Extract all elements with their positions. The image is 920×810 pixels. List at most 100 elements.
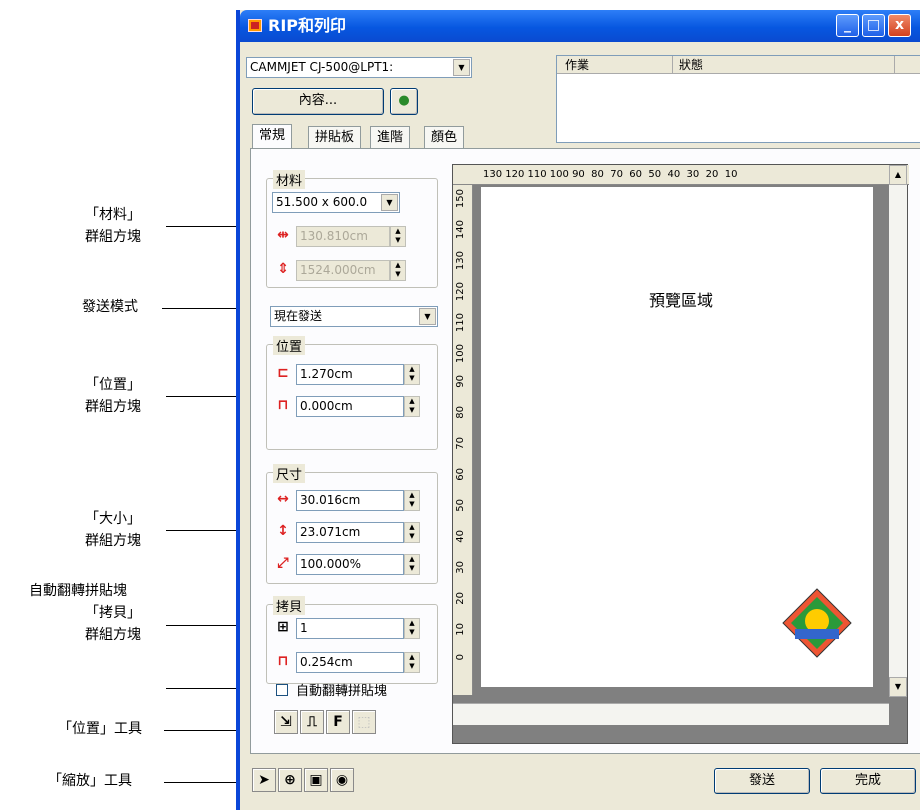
annotation-line [166, 226, 240, 227]
size-label: 尺寸 [273, 464, 306, 483]
ruler-tick-label: 130 [455, 251, 466, 271]
spacing-field[interactable]: 0.254cm [296, 652, 404, 673]
ruler-tick-label: 100 [455, 344, 466, 364]
send-mode-value: 現在發送 [274, 309, 323, 323]
ruler-tick-label: 90 [455, 375, 466, 388]
zoom-in-tool-button[interactable]: ⊕ [278, 768, 302, 792]
ruler-tick-label: 10 [455, 623, 466, 636]
preview-label: 預覽區域 [649, 291, 714, 310]
title-bar[interactable]: RIP和列印 _ □ x [240, 10, 920, 42]
annotation-auto-rotate: 自動翻轉拼貼塊 [29, 583, 127, 599]
y-offset-field[interactable]: 0.000cm [296, 396, 404, 417]
ruler-tick-label: 70 [455, 437, 466, 450]
scroll-down-button[interactable]: ▼ [889, 677, 907, 697]
printer-select[interactable]: CAMMJET CJ-500@LPT1: ▼ [246, 57, 472, 78]
vertical-scrollbar[interactable] [889, 185, 907, 695]
annotation-copies: 「拷貝」 群組方塊 [85, 605, 141, 643]
scroll-up-button[interactable]: ▲ [889, 165, 907, 185]
preview-area[interactable]: 130 120 110 100 90 80 70 60 50 40 30 20 … [452, 164, 909, 744]
media-length-field[interactable]: 1524.000cm [296, 260, 390, 281]
y-offset-spinner[interactable]: ▲ ▼ [404, 396, 420, 417]
x-offset-spinner[interactable]: ▲ ▼ [404, 364, 420, 385]
color-globe-button[interactable]: ● [390, 88, 418, 115]
height-arrow-icon: ↕ [277, 523, 289, 539]
scale-field[interactable]: 100.000% [296, 554, 404, 575]
auto-rotate-checkbox[interactable] [276, 684, 288, 696]
annotation-line [166, 530, 240, 531]
media-width-icon: ⇹ [277, 227, 289, 243]
ruler-tick-label: 120 [455, 282, 466, 302]
horizontal-scrollbar[interactable] [453, 703, 889, 725]
ruler-tick-label: 110 [455, 313, 466, 333]
ruler-tick-label: 0 [455, 654, 466, 661]
height-spinner[interactable]: ▲ ▼ [404, 522, 420, 543]
ruler-tick-label: 50 [455, 499, 466, 512]
annotation-line [164, 782, 242, 783]
chevron-down-icon[interactable]: ▼ [419, 308, 436, 325]
send-button[interactable]: 發送 [714, 768, 810, 794]
annotation-position-tools: 「位置」工具 [58, 721, 142, 737]
ruler-tick-label: 60 [455, 468, 466, 481]
ruler-tick-label: 30 [455, 561, 466, 574]
window-title: RIP和列印 [268, 16, 347, 35]
close-icon[interactable]: x [888, 14, 911, 37]
annotation-line [166, 396, 240, 397]
annotation-size: 「大小」 群組方塊 [85, 511, 141, 549]
zoom-fit-tool-button[interactable]: ▣ [304, 768, 328, 792]
copies-label: 拷貝 [273, 596, 306, 615]
height-field[interactable]: 23.071cm [296, 522, 404, 543]
chevron-down-icon[interactable]: ▼ [381, 194, 398, 211]
x-offset-icon: ⊏ [277, 365, 289, 381]
done-button[interactable]: 完成 [820, 768, 916, 794]
preview-page: 預覽區域 [481, 187, 873, 687]
annotation-send-mode: 發送模式 [82, 299, 138, 315]
send-mode-select[interactable]: 現在發送 ▼ [270, 306, 438, 327]
job-list[interactable]: 作業 狀態 [556, 55, 920, 143]
tab-color[interactable]: 顏色 [424, 126, 465, 148]
material-label: 材料 [273, 170, 306, 189]
chevron-down-icon[interactable]: ▼ [453, 59, 470, 76]
media-width-spinner[interactable]: ▲ ▼ [390, 226, 406, 247]
copies-field[interactable]: 1 [296, 618, 404, 639]
zoom-tool-button[interactable]: ◉ [330, 768, 354, 792]
media-width-field[interactable]: 130.810cm [296, 226, 390, 247]
center-tool-button[interactable]: ⇲ [274, 710, 298, 734]
copies-spinner[interactable]: ▲ ▼ [404, 618, 420, 639]
width-spinner[interactable]: ▲ ▼ [404, 490, 420, 511]
horizontal-ruler: 130 120 110 100 90 80 70 60 50 40 30 20 … [453, 165, 909, 185]
spacing-icon: ⊓ [277, 653, 289, 669]
material-select[interactable]: 51.500 x 600.0 ▼ [272, 192, 400, 213]
nest-tool-button[interactable]: ⎍ [300, 710, 324, 734]
ruler-tick-label: 140 [455, 220, 466, 240]
media-length-icon: ⇕ [277, 261, 289, 277]
scale-icon: ⤢ [277, 555, 289, 571]
scale-spinner[interactable]: ▲ ▼ [404, 554, 420, 575]
status-column-header[interactable]: 狀態 [675, 56, 895, 73]
ruler-tick-label: 150 [455, 189, 466, 209]
job-column-header[interactable]: 作業 [561, 56, 673, 73]
tab-advanced[interactable]: 進階 [370, 126, 411, 148]
tab-general[interactable]: 常規 [252, 124, 293, 149]
spacing-spinner[interactable]: ▲ ▼ [404, 652, 420, 673]
annotation-line [166, 625, 240, 626]
maximize-icon[interactable]: □ [862, 14, 885, 37]
tab-tiling[interactable]: 拼貼板 [308, 126, 362, 148]
flip-tool-button[interactable]: F [326, 710, 350, 734]
auto-rotate-label: 自動翻轉拼貼塊 [296, 684, 388, 699]
width-arrow-icon: ↔ [277, 491, 289, 507]
pointer-tool-button[interactable]: ➤ [252, 768, 276, 792]
material-select-value: 51.500 x 600.0 [276, 195, 368, 209]
printer-select-value: CAMMJET CJ-500@LPT1: [250, 60, 394, 74]
crop-tool-button[interactable]: ⬚ [352, 710, 376, 734]
minimize-icon[interactable]: _ [836, 14, 859, 37]
media-length-spinner[interactable]: ▲ ▼ [390, 260, 406, 281]
position-label: 位置 [273, 336, 306, 355]
width-field[interactable]: 30.016cm [296, 490, 404, 511]
y-offset-icon: ⊓ [277, 397, 289, 413]
x-offset-field[interactable]: 1.270cm [296, 364, 404, 385]
properties-button[interactable]: 內容... [252, 88, 384, 115]
annotation-material: 「材料」 群組方塊 [85, 207, 141, 245]
copies-icon: ⊞ [277, 619, 289, 635]
annotation-zoom-tools: 「縮放」工具 [48, 773, 132, 789]
annotation-line [162, 308, 240, 309]
